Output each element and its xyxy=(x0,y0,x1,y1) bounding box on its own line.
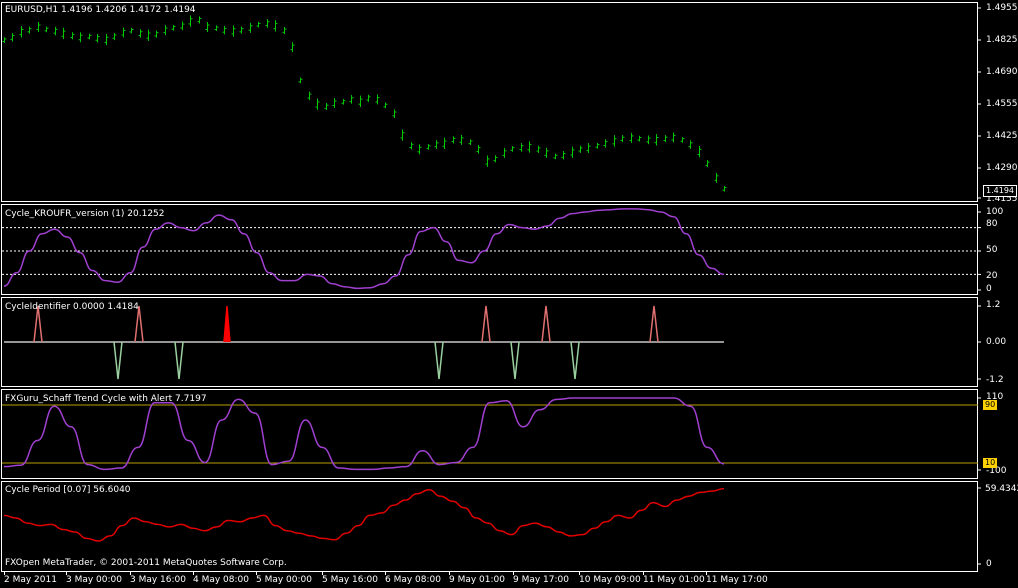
cycle-peak-spike xyxy=(649,305,659,343)
period-series-line xyxy=(3,487,725,542)
time-axis-label: 11 May 17:00 xyxy=(706,575,768,585)
time-axis-label: 5 May 00:00 xyxy=(256,575,312,585)
time-axis-label: 2 May 2011 xyxy=(4,575,57,585)
price-scale-label: 1.4955 xyxy=(986,3,1018,13)
chart-canvas xyxy=(1,2,981,572)
period-scale-label: 0 xyxy=(986,559,992,569)
cycle-trough-spike xyxy=(434,341,444,380)
cycle-trough-spike xyxy=(174,341,184,380)
price-scale-label: 1.4555 xyxy=(986,99,1018,109)
kroufr-scale-label: 0 xyxy=(986,284,992,294)
cycle-trough-spike xyxy=(113,341,123,380)
identifier-scale-label: -1.2 xyxy=(986,375,1004,385)
time-axis-label: 5 May 16:00 xyxy=(322,575,378,585)
period-pane-title: Cycle Period [0.07] 56.6040 xyxy=(5,485,131,495)
kroufr-scale-label: 80 xyxy=(986,219,998,229)
time-axis-label: 4 May 08:00 xyxy=(193,575,249,585)
identifier-scale-label: 1.2 xyxy=(986,300,1001,310)
price-scale-label: 1.4690 xyxy=(986,67,1018,77)
identifier-scale-label: 0.00 xyxy=(986,337,1007,347)
schaff-pane-title: FXGuru_Schaff Trend Cycle with Alert 7.7… xyxy=(5,394,207,404)
price-pane-frame xyxy=(1,2,978,202)
kroufr-scale-label: 20 xyxy=(986,271,998,281)
schaff-series-line xyxy=(3,397,725,471)
cycle-peak-spike xyxy=(223,305,231,343)
period-scale-label: 59.4342 xyxy=(985,484,1018,494)
level-tag-90: 90 xyxy=(983,400,998,410)
identifier-pane-title: CycleIdentifier 0.0000 1.4184 xyxy=(5,302,139,312)
price-scale-label: 1.4425 xyxy=(986,131,1018,141)
time-axis-label: 9 May 01:00 xyxy=(449,575,505,585)
cycle-trough-spike xyxy=(570,341,580,380)
time-axis-label: 6 May 08:00 xyxy=(385,575,441,585)
cycle-peak-spike xyxy=(541,305,551,343)
copyright-text: FXOpen MetaTrader, © 2001-2011 MetaQuote… xyxy=(5,558,287,568)
cycle-peak-spike xyxy=(481,305,491,343)
price-pane-title: EURUSD,H1 1.4196 1.4206 1.4172 1.4194 xyxy=(5,5,196,15)
kroufr-pane-title: Cycle_KROUFR_version (1) 20.1252 xyxy=(5,209,165,219)
time-axis-label: 3 May 00:00 xyxy=(66,575,122,585)
current-price-tag: 1.4194 xyxy=(983,185,1017,197)
time-axis-label: 9 May 17:00 xyxy=(513,575,569,585)
price-scale-label: 1.4825 xyxy=(986,35,1018,45)
level-tag-10: 10 xyxy=(983,458,998,468)
kroufr-scale-label: 50 xyxy=(986,245,998,255)
time-axis-label: 10 May 09:00 xyxy=(579,575,641,585)
kroufr-scale-label: 100 xyxy=(986,207,1004,217)
cycle-trough-spike xyxy=(510,341,520,380)
time-axis-label: 11 May 01:00 xyxy=(643,575,705,585)
kroufr-series-line xyxy=(3,208,725,290)
price-scale-label: 1.4290 xyxy=(986,163,1018,173)
time-axis-label: 3 May 16:00 xyxy=(130,575,186,585)
